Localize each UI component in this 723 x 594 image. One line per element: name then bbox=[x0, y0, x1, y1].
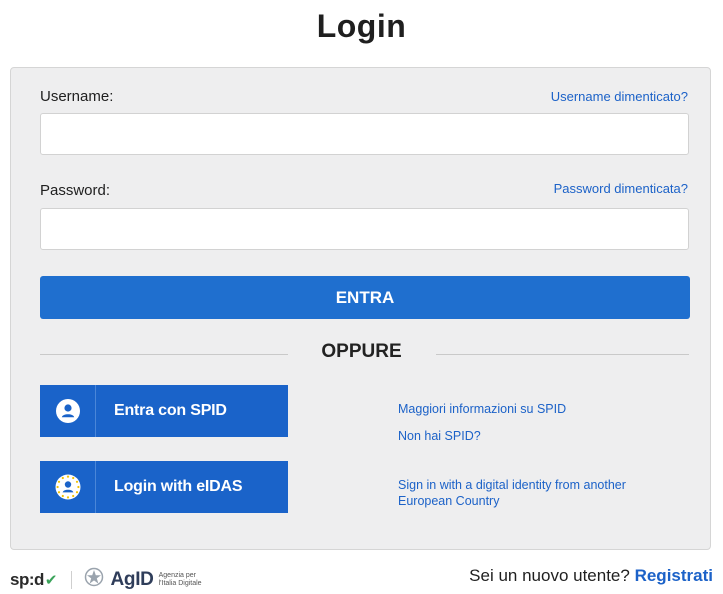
agid-tagline: Agenzia per l'Italia Digitale bbox=[159, 572, 203, 588]
page-title: Login bbox=[316, 8, 407, 44]
spid-more-info-link[interactable]: Maggiori informazioni su SPID bbox=[398, 401, 566, 417]
eu-stars-user-icon bbox=[40, 461, 96, 513]
eidas-button-label: Login with eIDAS bbox=[114, 478, 243, 495]
agid-tagline-line-1: Agenzia per bbox=[158, 571, 196, 579]
username-forgot-link[interactable]: Username dimenticato? bbox=[551, 89, 688, 104]
new-user-prompt: Sei un nuovo utente? Registrati bbox=[469, 566, 713, 586]
password-forgot-link[interactable]: Password dimenticata? bbox=[554, 181, 688, 196]
agid-emblem-icon bbox=[84, 567, 104, 592]
check-icon: ✔ bbox=[44, 571, 58, 589]
spid-login-button[interactable]: Entra con SPID bbox=[40, 385, 288, 437]
username-input[interactable] bbox=[40, 113, 689, 155]
eidas-login-button[interactable]: Login with eIDAS bbox=[40, 461, 288, 513]
eidas-info-line-1[interactable]: Sign in with a digital identity from ano… bbox=[398, 477, 626, 493]
password-input[interactable] bbox=[40, 208, 689, 250]
new-user-text: Sei un nuovo utente? bbox=[469, 566, 630, 585]
spid-logo: sp:d bbox=[10, 569, 44, 589]
footer-logos: sp:d ✔ AgID Agenzia per l'Italia Digital… bbox=[10, 567, 203, 592]
divider-line-right bbox=[436, 354, 689, 355]
no-spid-link[interactable]: Non hai SPID? bbox=[398, 428, 481, 444]
spid-button-label: Entra con SPID bbox=[114, 402, 227, 419]
divider-label: OPPURE bbox=[321, 341, 402, 362]
eidas-info-line-2[interactable]: European Country bbox=[398, 493, 499, 509]
register-link[interactable]: Registrati bbox=[635, 566, 713, 585]
password-label: Password: bbox=[40, 182, 111, 199]
agid-logo: AgID bbox=[110, 568, 154, 590]
username-label: Username: bbox=[40, 88, 114, 105]
login-panel: Username: Username dimenticato? Password… bbox=[10, 67, 711, 550]
agid-tagline-line-2: l'Italia Digitale bbox=[158, 579, 202, 587]
entra-button[interactable]: ENTRA bbox=[40, 276, 690, 319]
logo-separator bbox=[71, 570, 73, 589]
user-icon bbox=[40, 385, 96, 437]
